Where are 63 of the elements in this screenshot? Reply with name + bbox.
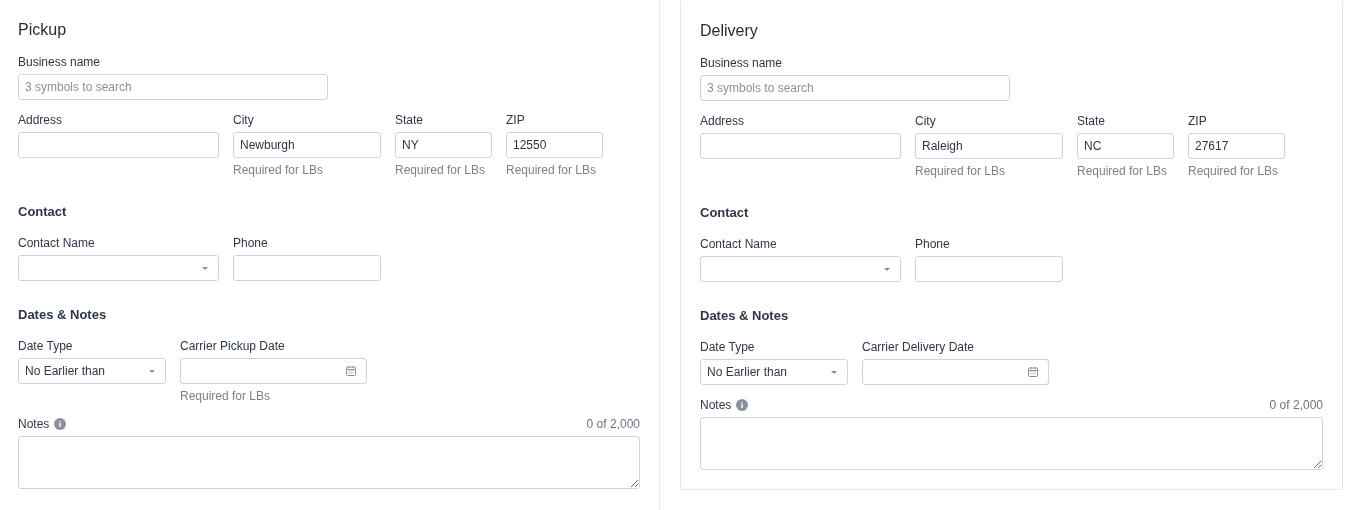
section-heading: Contact [700, 205, 750, 221]
text-field[interactable]: 3 symbols to search [18, 74, 328, 100]
section-heading: Dates & Notes [18, 307, 108, 323]
field-hint: Required for LBs [180, 388, 272, 404]
field-label: ZIP [1188, 114, 1207, 128]
panel-title: Pickup [18, 20, 68, 40]
field-label: Carrier Pickup Date [180, 339, 285, 353]
field-label: Contact Name [700, 237, 777, 251]
text-field[interactable] [233, 255, 381, 281]
text-field[interactable]: NY [395, 132, 492, 158]
field-label: State [1077, 114, 1106, 128]
character-counter: 0 of 2,000 [1269, 398, 1323, 412]
select-field[interactable]: No Earlier than [700, 359, 848, 385]
character-counter: 0 of 2,000 [586, 417, 640, 431]
text-field[interactable] [700, 133, 901, 159]
text-field[interactable]: 12550 [506, 132, 603, 158]
notes-field[interactable] [18, 436, 640, 489]
panel-title: Delivery [700, 21, 759, 41]
text-field[interactable] [18, 132, 219, 158]
caret-icon [149, 369, 155, 373]
date-field[interactable] [862, 359, 1049, 385]
field-label: Carrier Delivery Date [862, 340, 975, 354]
field-hint: Required for LBs [915, 163, 1007, 179]
calendar-icon [346, 366, 356, 376]
field-hint: Required for LBs [233, 162, 325, 178]
field-label: Contact Name [18, 236, 95, 250]
section-heading: Dates & Notes [700, 308, 790, 324]
text-field[interactable]: Raleigh [915, 133, 1063, 159]
caret-icon [884, 267, 890, 271]
select-field[interactable] [700, 256, 901, 282]
field-label: Date Type [18, 339, 73, 353]
text-field[interactable] [915, 256, 1063, 282]
field-label: Phone [233, 236, 268, 250]
field-label: Business name [18, 55, 101, 69]
field-label: Address [700, 114, 745, 128]
field-label: State [395, 113, 424, 127]
field-label: Notes [18, 417, 50, 431]
field-label: City [233, 113, 254, 127]
field-label: Business name [700, 56, 783, 70]
field-label: City [915, 114, 936, 128]
caret-icon [202, 266, 208, 270]
info-icon [736, 399, 749, 411]
field-label: Notes [700, 398, 732, 412]
text-field[interactable]: Newburgh [233, 132, 381, 158]
caret-icon [831, 370, 837, 374]
field-hint: Required for LBs [1188, 163, 1280, 179]
select-field[interactable]: No Earlier than [18, 358, 166, 384]
field-label: Date Type [700, 340, 755, 354]
select-field[interactable] [18, 255, 219, 281]
section-heading: Contact [18, 204, 68, 220]
calendar-icon [1028, 367, 1038, 377]
text-field[interactable]: NC [1077, 133, 1174, 159]
field-label: ZIP [506, 113, 525, 127]
field-hint: Required for LBs [1077, 163, 1169, 179]
notes-field[interactable] [700, 417, 1323, 470]
date-field[interactable] [180, 358, 367, 384]
text-field[interactable]: 3 symbols to search [700, 75, 1010, 101]
field-label: Address [18, 113, 63, 127]
text-field[interactable]: 27617 [1188, 133, 1285, 159]
field-hint: Required for LBs [506, 162, 598, 178]
field-hint: Required for LBs [395, 162, 487, 178]
info-icon [54, 418, 67, 430]
field-label: Phone [915, 237, 950, 251]
